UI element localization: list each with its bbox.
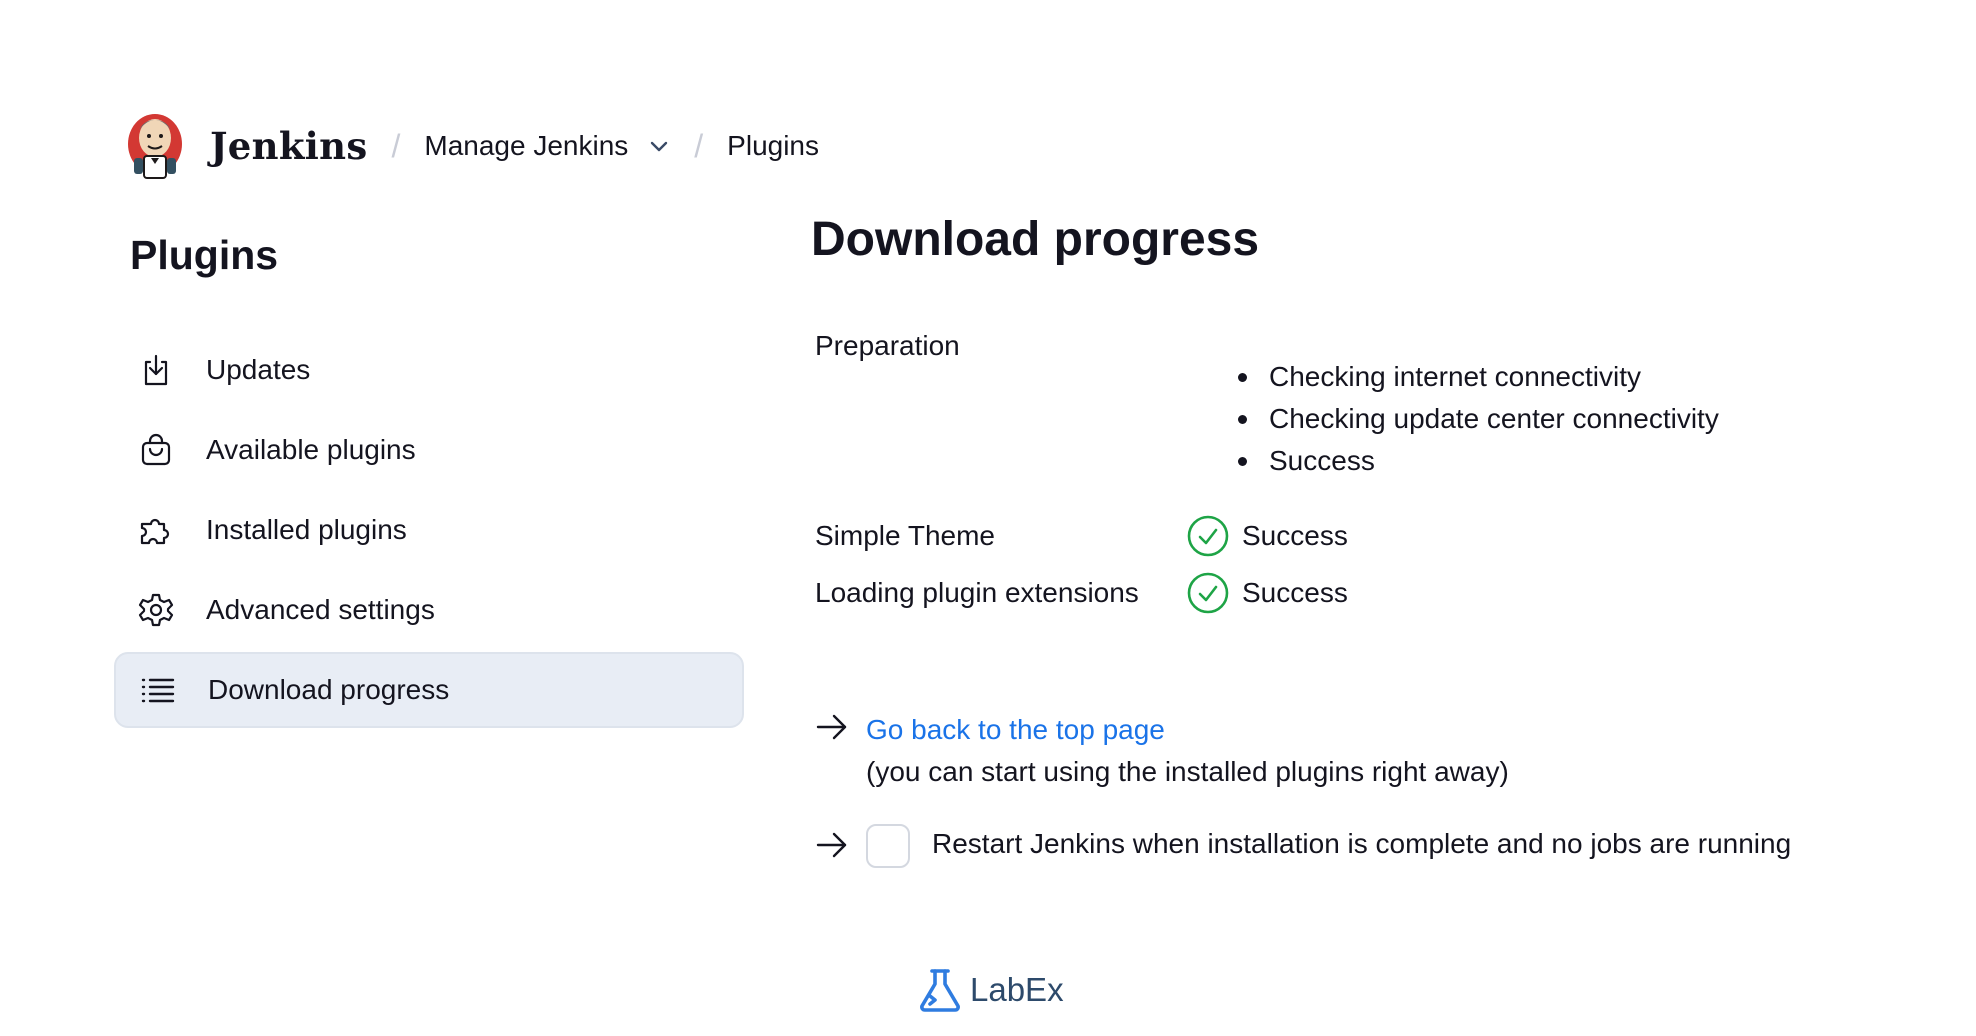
arrow-right-icon	[816, 832, 847, 858]
jenkins-logo-icon[interactable]	[126, 106, 184, 186]
sidebar-item-label: Download progress	[208, 674, 450, 705]
sidebar-item-updates[interactable]: Updates	[114, 332, 744, 408]
sidebar-item-installed-plugins[interactable]: Installed plugins	[114, 492, 744, 568]
list-item: Checking update center connectivity	[1238, 398, 1719, 440]
sidebar-item-label: Installed plugins	[206, 514, 407, 545]
sidebar-item-label: Updates	[206, 354, 311, 385]
sidebar-item-label: Advanced settings	[206, 594, 435, 625]
restart-checkbox[interactable]	[866, 824, 910, 868]
arrow-right-icon	[816, 714, 847, 740]
page: Jenkins / Manage Jenkins / Plugins Plugi…	[0, 0, 1976, 1036]
breadcrumb-separator: /	[694, 127, 704, 164]
breadcrumb-manage-jenkins[interactable]: Manage Jenkins	[424, 130, 628, 162]
sidebar-nav: Updates Available plugins Installed plug…	[114, 332, 744, 732]
shopping-bag-icon	[136, 430, 176, 470]
sidebar-item-advanced-settings[interactable]: Advanced settings	[114, 572, 744, 648]
brand-name[interactable]: Jenkins	[210, 124, 367, 168]
preparation-label: Preparation	[815, 330, 960, 361]
check-circle-icon	[1187, 572, 1229, 614]
sidebar-title: Plugins	[130, 232, 279, 278]
chevron-down-icon[interactable]	[648, 135, 670, 157]
status-text: Success	[1242, 577, 1348, 608]
breadcrumb-separator: /	[391, 127, 401, 164]
go-back-link[interactable]: Go back to the top page	[866, 714, 1165, 746]
puzzle-icon	[136, 510, 176, 550]
labex-text: LabEx	[970, 971, 1064, 1008]
breadcrumb: Jenkins / Manage Jenkins / Plugins	[126, 104, 819, 188]
sidebar-item-available-plugins[interactable]: Available plugins	[114, 412, 744, 488]
plugin-status: Success	[1186, 571, 1348, 615]
list-item: Checking internet connectivity	[1238, 356, 1719, 398]
plugin-status: Success	[1186, 514, 1348, 558]
check-circle-icon	[1187, 515, 1229, 557]
gear-icon	[136, 590, 176, 630]
list-icon	[138, 670, 178, 710]
download-icon	[136, 350, 176, 390]
page-title: Download progress	[811, 213, 1260, 266]
labex-logo: LabEx	[916, 966, 1064, 1014]
sidebar-item-label: Available plugins	[206, 434, 416, 465]
breadcrumb-plugins[interactable]: Plugins	[727, 130, 819, 162]
status-text: Success	[1242, 520, 1348, 551]
sidebar-item-download-progress[interactable]: Download progress	[114, 652, 744, 728]
restart-checkbox-label[interactable]: Restart Jenkins when installation is com…	[932, 828, 1791, 860]
list-item: Success	[1238, 440, 1719, 482]
preparation-steps: Checking internet connectivity Checking …	[1238, 356, 1719, 482]
plugin-name: Loading plugin extensions	[815, 577, 1139, 608]
flask-icon	[920, 969, 960, 1012]
plugin-name: Simple Theme	[815, 520, 996, 551]
back-note: (you can start using the installed plugi…	[866, 756, 1509, 787]
